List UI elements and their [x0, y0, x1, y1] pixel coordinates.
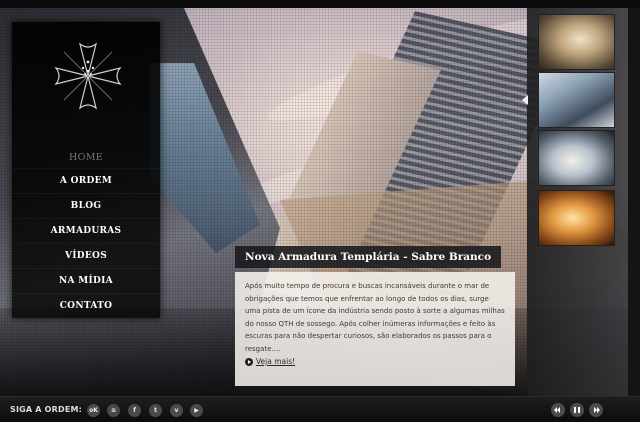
facebook-icon[interactable]: f	[128, 404, 141, 417]
nav-item-contato[interactable]: CONTATO	[12, 293, 160, 318]
read-more-link[interactable]: Veja mais!	[245, 357, 505, 366]
twitter-icon[interactable]: t	[149, 404, 162, 417]
orkut-icon[interactable]: oK	[87, 404, 100, 417]
article-excerpt: Após muito tempo de procura e buscas inc…	[245, 282, 505, 353]
next-slide-icon[interactable]	[589, 403, 603, 417]
nav-item-a-ordem[interactable]: A ORDEM	[12, 168, 160, 193]
slide-thumbnail-3[interactable]	[538, 130, 615, 186]
vimeo-icon[interactable]: v	[170, 404, 183, 417]
slide-thumbnail-2[interactable]	[538, 72, 615, 128]
youtube-icon[interactable]: ▶	[190, 404, 203, 417]
nav-item-armaduras[interactable]: ARMADURAS	[12, 218, 160, 243]
article-excerpt-box: Após muito tempo de procura e buscas inc…	[235, 272, 515, 386]
nav-item-blog[interactable]: BLOG	[12, 193, 160, 218]
read-more-label: Veja mais!	[256, 357, 296, 366]
top-bar	[0, 0, 640, 8]
nav-item-home[interactable]: HOME	[12, 146, 160, 168]
nav-item-videos[interactable]: VÍDEOS	[12, 243, 160, 268]
nav-item-na-midia[interactable]: NA MÍDIA	[12, 268, 160, 293]
thumbnail-strip	[527, 8, 628, 396]
slide-thumbnail-4[interactable]	[538, 190, 615, 246]
pause-icon[interactable]	[570, 403, 584, 417]
rss-icon[interactable]: ≋	[107, 404, 120, 417]
slide-thumbnail-1[interactable]	[538, 14, 615, 70]
main-nav: HOME A ORDEM BLOG ARMADURAS VÍDEOS NA MÍ…	[12, 146, 160, 318]
nav-panel: HOME A ORDEM BLOG ARMADURAS VÍDEOS NA MÍ…	[12, 22, 160, 318]
footer-bar: SIGA A ORDEM: oK ≋ f t v ▶	[0, 396, 640, 422]
right-rail	[628, 8, 640, 396]
follow-label: SIGA A ORDEM:	[10, 405, 83, 414]
play-circle-icon	[245, 357, 253, 366]
article-title[interactable]: Nova Armadura Templária - Sabre Branco	[235, 246, 502, 268]
active-thumbnail-arrow-icon	[522, 95, 528, 105]
templar-cross-logo[interactable]	[50, 38, 126, 114]
previous-slide-icon[interactable]	[551, 403, 565, 417]
